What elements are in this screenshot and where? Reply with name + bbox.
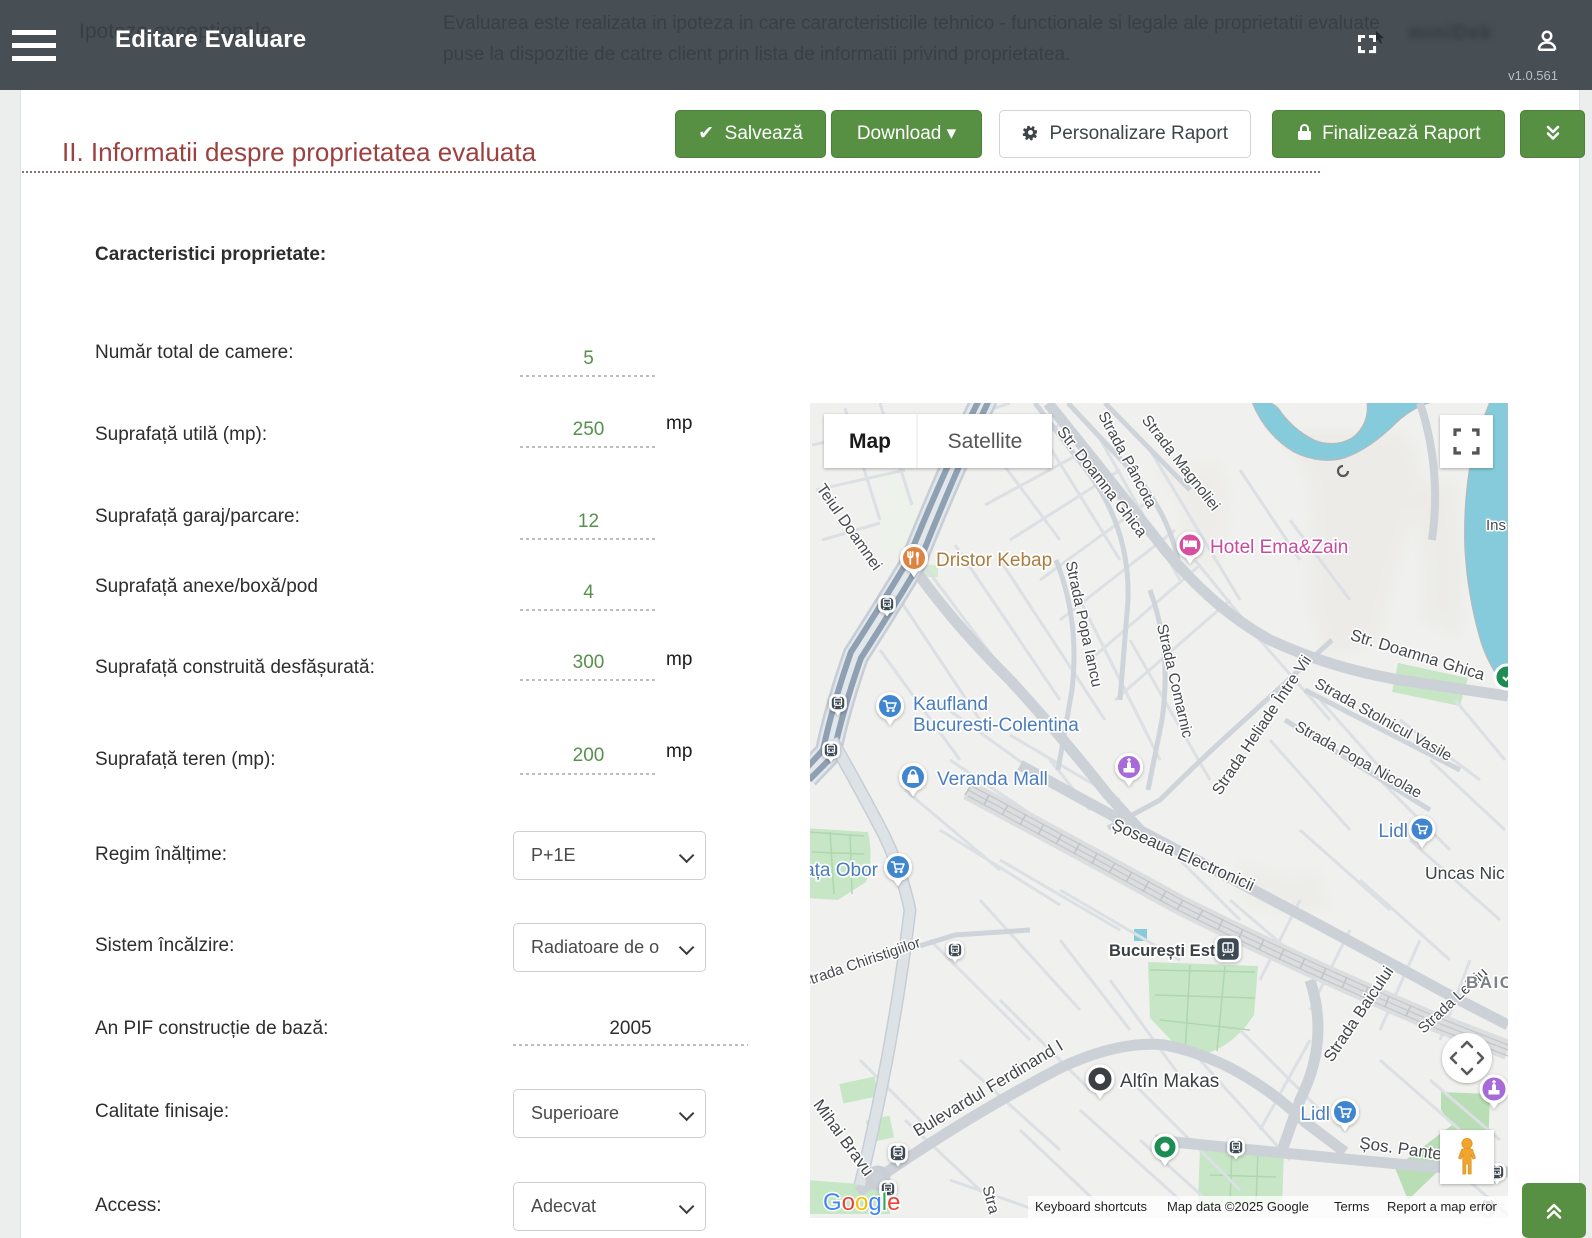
- svg-text:Terms: Terms: [1334, 1199, 1370, 1214]
- svg-text:ața Obor: ața Obor: [810, 860, 879, 881]
- svg-text:Map: Map: [849, 430, 891, 453]
- svg-text:Uncas Nic: Uncas Nic: [1425, 863, 1505, 883]
- svg-text:Keyboard shortcuts: Keyboard shortcuts: [1035, 1199, 1148, 1214]
- svg-text:Bucuresti-Colentina: Bucuresti-Colentina: [913, 715, 1079, 736]
- svg-text:Satellite: Satellite: [948, 430, 1023, 453]
- svg-text:Veranda Mall: Veranda Mall: [937, 769, 1048, 790]
- svg-text:București Est: București Est: [1109, 942, 1216, 960]
- svg-text:Kaufland: Kaufland: [913, 694, 988, 715]
- svg-text:Report a map error: Report a map error: [1387, 1199, 1497, 1214]
- svg-text:Ins: Ins: [1486, 517, 1506, 534]
- svg-text:Map data ©2025 Google: Map data ©2025 Google: [1167, 1199, 1309, 1214]
- svg-text:BAIC: BAIC: [1466, 973, 1508, 992]
- svg-text:Hotel Ema&Zain: Hotel Ema&Zain: [1210, 537, 1348, 558]
- svg-text:Google: Google: [823, 1189, 900, 1216]
- svg-text:Altîn Makas: Altîn Makas: [1120, 1071, 1219, 1092]
- svg-text:Lidl: Lidl: [1378, 821, 1408, 842]
- svg-text:Lidl: Lidl: [1300, 1104, 1330, 1125]
- svg-text:Dristor Kebap: Dristor Kebap: [936, 550, 1052, 571]
